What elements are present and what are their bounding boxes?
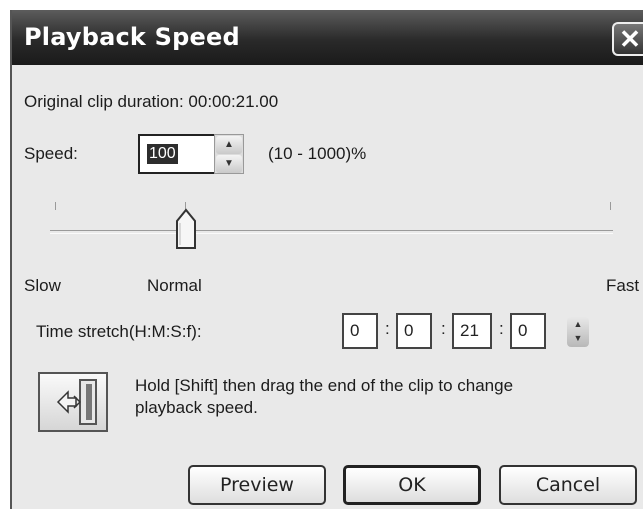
speed-input[interactable]: 100 [138,134,216,174]
slider-fast-label: Fast [606,276,640,295]
playback-speed-dialog: Playback Speed ✕ Original clip duration:… [10,10,643,509]
time-stretch-spinner[interactable]: ▲ ▼ [567,317,589,347]
time-separator: : [441,319,446,338]
original-duration-label: Original clip duration: 00:00:21.00 [24,92,279,111]
speed-spinner[interactable]: ▲ ▼ [214,134,244,174]
time-stretch-seconds[interactable]: 21 [452,313,492,349]
time-stretch-label: Time stretch(H:M:S:f): [36,322,202,341]
cancel-button[interactable]: Cancel [499,465,637,505]
speed-slider-track[interactable] [50,230,613,234]
chevron-down-icon: ▼ [224,158,234,169]
title-bar[interactable]: Playback Speed ✕ [12,10,643,65]
time-stretch-minutes[interactable]: 0 [396,313,432,349]
chevron-up-icon[interactable]: ▲ [567,317,589,331]
speed-slider-thumb[interactable] [175,207,197,251]
preview-button[interactable]: Preview [188,465,326,505]
hint-text-line2: playback speed. [135,398,258,417]
time-separator: : [499,319,504,338]
slider-tick-min [55,202,56,210]
time-stretch-frames[interactable]: 0 [510,313,546,349]
speed-down-button[interactable]: ▼ [216,155,242,173]
chevron-down-icon[interactable]: ▼ [567,331,589,345]
chevron-up-icon: ▲ [224,139,234,150]
speed-value: 100 [147,144,178,164]
slider-slow-label: Slow [24,276,61,295]
time-stretch-hours[interactable]: 0 [342,313,378,349]
ok-button[interactable]: OK [343,465,481,505]
slider-tick-max [610,202,611,210]
drag-clip-icon [38,372,108,432]
speed-up-button[interactable]: ▲ [216,136,242,154]
close-button[interactable]: ✕ [612,22,643,56]
hint-text-line1: Hold [Shift] then drag the end of the cl… [135,376,514,395]
close-icon: ✕ [619,24,641,54]
dialog-title: Playback Speed [24,23,240,51]
slider-normal-label: Normal [147,276,202,295]
speed-range-hint: (10 - 1000)% [268,144,367,163]
speed-label: Speed: [24,144,78,163]
time-separator: : [385,319,390,338]
